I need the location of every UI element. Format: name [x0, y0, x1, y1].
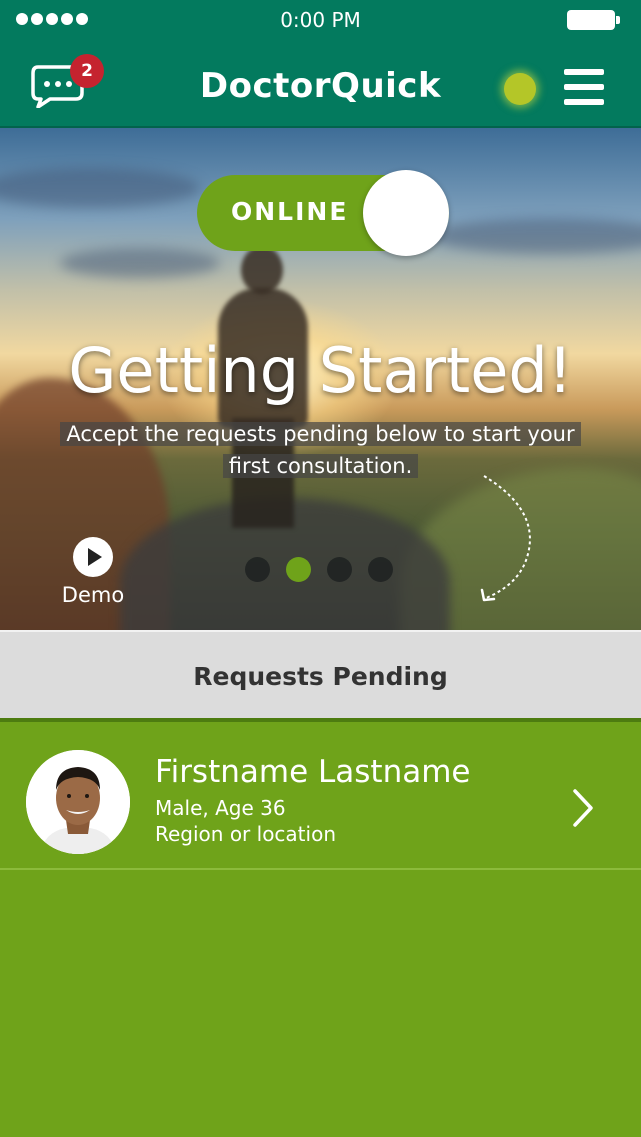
demo-button[interactable]: Demo: [60, 537, 126, 607]
carousel-dot[interactable]: [368, 557, 393, 582]
demo-label: Demo: [61, 583, 125, 607]
menu-icon-bar: [564, 99, 604, 105]
hero-subtitle-line: first consultation.: [222, 454, 419, 478]
patient-name: Firstname Lastname: [155, 754, 471, 790]
carousel-dot[interactable]: [327, 557, 352, 582]
requests-pending-header: Requests Pending: [0, 630, 641, 718]
menu-icon-bar: [564, 69, 604, 75]
hamburger-menu-button[interactable]: [564, 69, 604, 105]
top-app-bar: 0:00 PM 2 DoctorQuick: [0, 0, 641, 128]
patient-details: Male, Age 36: [155, 796, 286, 820]
hero-banner: ONLINE Getting Started! Accept the reque…: [0, 128, 641, 630]
app-title: DoctorQuick: [199, 66, 442, 106]
section-title: Requests Pending: [193, 662, 448, 691]
battery-icon: [567, 10, 620, 30]
online-toggle[interactable]: ONLINE: [197, 170, 449, 256]
background-cloud: [430, 218, 641, 254]
hero-subtitle-line: Accept the requests pending below to sta…: [60, 422, 581, 446]
request-list: Firstname Lastname Male, Age 36 Region o…: [0, 718, 641, 1137]
play-icon: [73, 537, 113, 577]
curved-arrow-icon: [480, 475, 531, 602]
status-time: 0:00 PM: [280, 8, 361, 32]
background-cloud: [60, 248, 220, 278]
online-toggle-label: ONLINE: [231, 197, 349, 226]
hero-title: Getting Started!: [68, 334, 573, 407]
person-avatar-icon: [26, 750, 130, 854]
menu-icon-bar: [564, 84, 604, 90]
availability-indicator: [504, 73, 536, 105]
patient-location: Region or location: [155, 822, 336, 846]
background-person: [241, 246, 283, 294]
carousel-dot[interactable]: [245, 557, 270, 582]
toggle-knob[interactable]: [363, 170, 449, 256]
avatar: [26, 750, 130, 854]
background-cloud: [0, 168, 200, 208]
carousel-indicator: [245, 557, 393, 582]
carousel-dot-active[interactable]: [286, 557, 311, 582]
chevron-right-icon[interactable]: [570, 788, 596, 828]
list-item[interactable]: Firstname Lastname Male, Age 36 Region o…: [0, 722, 641, 870]
status-bar: 0:00 PM: [0, 0, 641, 40]
